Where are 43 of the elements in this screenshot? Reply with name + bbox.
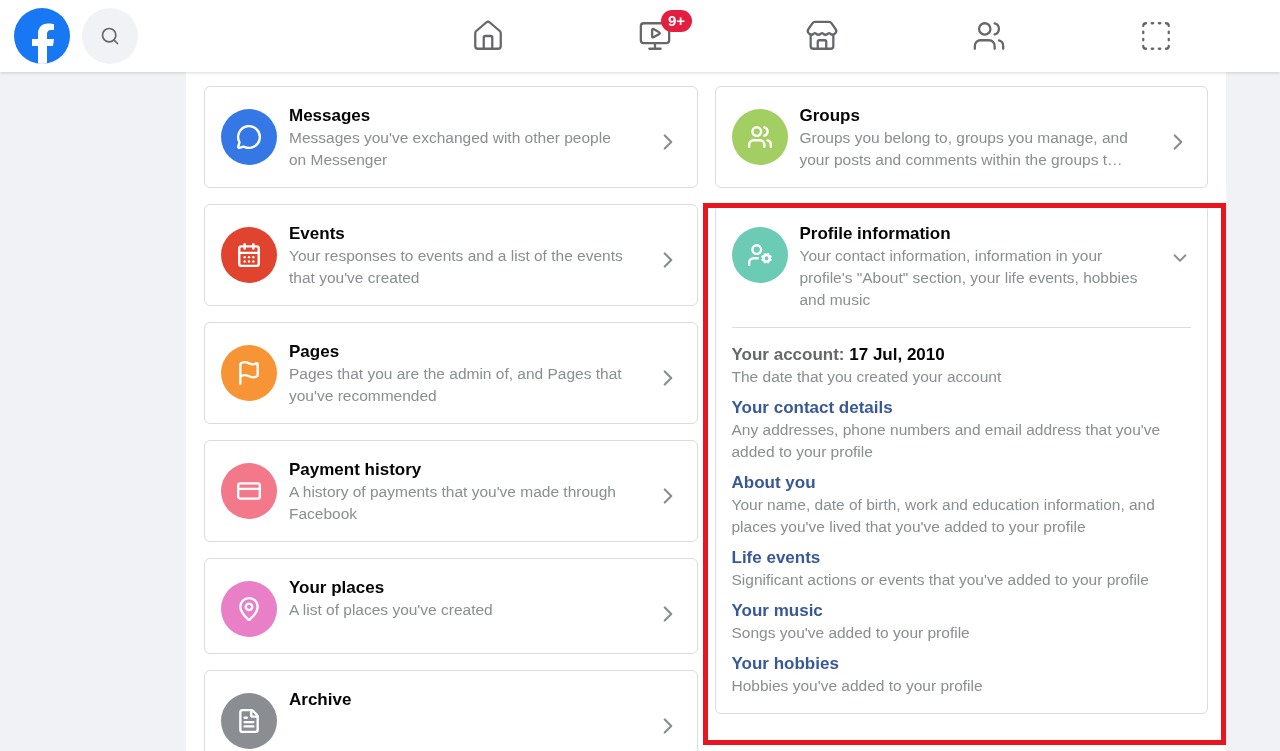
square-icon[interactable] bbox=[1139, 19, 1173, 53]
logo-icon[interactable] bbox=[14, 8, 70, 64]
section-description: Your name, date of birth, work and education information, and places you've lived that you've added to your profile bbox=[731, 495, 1156, 537]
home-icon[interactable] bbox=[471, 19, 505, 53]
section-description: Significant actions or events that you've added to your profile bbox=[731, 570, 1150, 590]
card-title: Events bbox=[289, 223, 346, 245]
account-label: Your account: bbox=[731, 345, 845, 364]
search-button[interactable] bbox=[82, 8, 138, 64]
card-description: A history of payments that you've made through Facebook bbox=[289, 482, 617, 524]
section-description: Hobbies you've added to your profile bbox=[731, 676, 984, 696]
card-description: A list of places you've created bbox=[289, 600, 494, 620]
search-icon bbox=[100, 26, 120, 46]
card-description: Pages that you are the admin of, and Pages that you've recommended bbox=[289, 364, 623, 406]
people-icon[interactable] bbox=[972, 19, 1006, 53]
category-card[interactable]: Your places A list of places you've created bbox=[204, 558, 698, 654]
category-card[interactable]: Pages Pages that you are the admin of, and Pages that you've recommended bbox=[204, 322, 698, 424]
section-description: Songs you've added to your profile bbox=[731, 623, 971, 643]
card-title: Messages bbox=[289, 105, 372, 127]
card-description: Messages you've exchanged with other people on Messenger bbox=[289, 128, 612, 170]
card-description: Groups you belong to, groups you manage, and your posts and comments within the groups t… bbox=[799, 128, 1129, 170]
category-card[interactable]: Messages Messages you've exchanged with other people on Messenger bbox=[204, 86, 698, 188]
card-title: Groups bbox=[799, 105, 861, 127]
store-icon[interactable] bbox=[805, 19, 839, 53]
notification-badge: 9+ bbox=[661, 10, 693, 32]
card-description: Your contact information, information in your profile's "About" section, your life events, hobbies and music bbox=[799, 246, 1139, 310]
category-card[interactable]: Archive bbox=[204, 670, 698, 751]
section-link[interactable]: Your contact details bbox=[731, 398, 893, 417]
section-link[interactable]: Life events bbox=[731, 548, 821, 567]
card-title: Archive bbox=[289, 689, 353, 711]
card-title: Profile information bbox=[799, 223, 952, 245]
card-title: Payment history bbox=[289, 459, 423, 481]
section-link[interactable]: Your music bbox=[731, 601, 823, 620]
section-link[interactable]: Your hobbies bbox=[731, 654, 839, 673]
section-description: Any addresses, phone numbers and email address that you've added to your profile bbox=[731, 420, 1162, 462]
account-date: 17 Jul, 2010 bbox=[849, 345, 945, 364]
category-card[interactable]: Payment history A history of payments that you've made through Facebook bbox=[204, 440, 698, 542]
section-description: The date that you created your account bbox=[731, 367, 1003, 387]
card-title: Your places bbox=[289, 577, 386, 599]
section-link[interactable]: About you bbox=[731, 473, 816, 492]
card-title: Pages bbox=[289, 341, 341, 363]
card-description: Your responses to events and a list of the events that you've created bbox=[289, 246, 624, 288]
category-card[interactable]: Groups Groups you belong to, groups you manage, and your posts and comments within the groups t… bbox=[714, 86, 1208, 188]
category-card[interactable]: Events Your responses to events and a list of the events that you've created bbox=[204, 204, 698, 306]
